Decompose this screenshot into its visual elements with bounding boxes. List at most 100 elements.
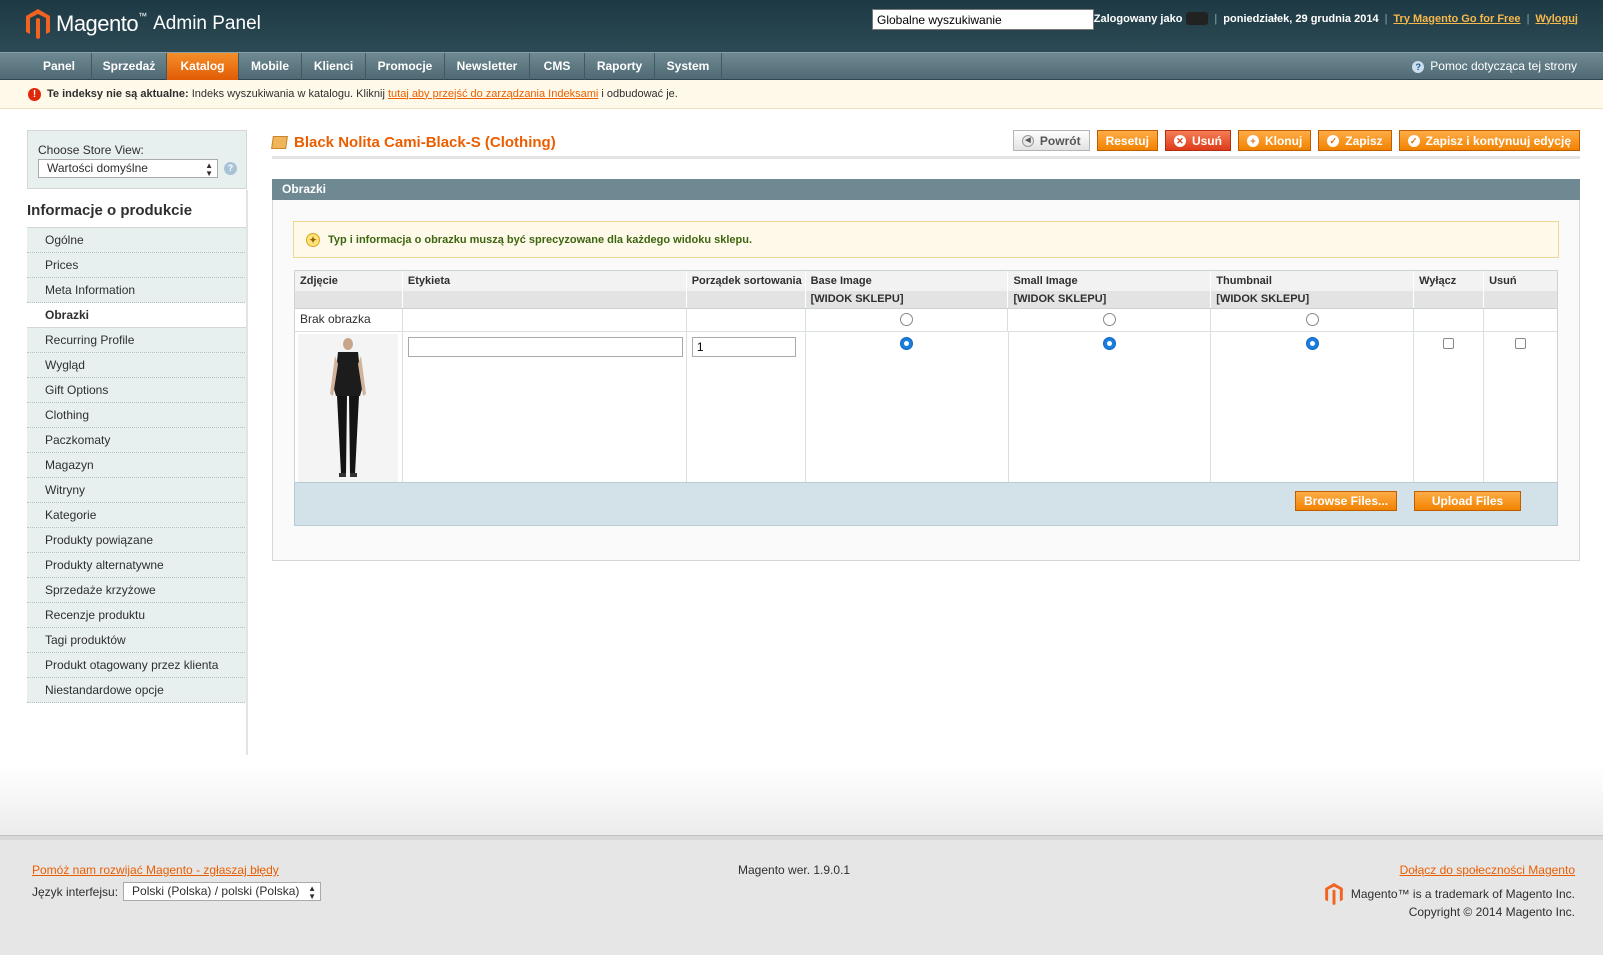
nav-item-sales[interactable]: Sprzedaż bbox=[92, 53, 167, 80]
store-help-icon[interactable]: ? bbox=[224, 162, 237, 175]
no-image-thumbnail-radio[interactable] bbox=[1305, 313, 1319, 326]
tab-customer-tagged[interactable]: Produkt otagowany przez klienta bbox=[27, 653, 247, 678]
nav-item-customers[interactable]: Klienci bbox=[302, 53, 366, 80]
back-button[interactable]: ◀ Powrót bbox=[1012, 130, 1090, 151]
tab-inventory[interactable]: Magazyn bbox=[27, 453, 247, 478]
nav-item-promotions[interactable]: Promocje bbox=[366, 53, 445, 80]
reset-button-label: Resetuj bbox=[1105, 133, 1149, 148]
tab-meta-information[interactable]: Meta Information bbox=[27, 278, 247, 303]
header-links: Zalogowany jako | poniedziałek, 29 grudn… bbox=[1093, 12, 1578, 25]
tab-categories[interactable]: Kategorie bbox=[27, 503, 247, 528]
username-redacted bbox=[1186, 12, 1209, 25]
title-divider bbox=[272, 156, 1580, 159]
tab-cross-sells[interactable]: Sprzedaże krzyżowe bbox=[27, 578, 247, 603]
nav-item-panel[interactable]: Panel bbox=[27, 53, 92, 80]
save-check-icon: ✓ bbox=[1327, 134, 1340, 147]
tab-related-products[interactable]: Produkty powiązane bbox=[27, 528, 247, 553]
tab-images[interactable]: Obrazki bbox=[27, 303, 247, 328]
back-arrow-icon: ◀ bbox=[1021, 134, 1034, 147]
image-label-input[interactable] bbox=[407, 337, 683, 357]
tab-product-reviews[interactable]: Recenzje produktu bbox=[27, 603, 247, 628]
product-tabs: Ogólne Prices Meta Information Obrazki R… bbox=[27, 227, 247, 703]
try-magento-go-link[interactable]: Try Magento Go for Free bbox=[1393, 13, 1520, 25]
tab-general[interactable]: Ogólne bbox=[27, 228, 247, 253]
page-help-label: Pomoc dotycząca tej strony bbox=[1430, 59, 1577, 73]
sidebar-title: Informacje o produkcie bbox=[27, 202, 193, 219]
store-view-label: Choose Store View: bbox=[38, 143, 144, 157]
report-bugs-link[interactable]: Pomóż nam rozwijać Magento - zgłaszaj bł… bbox=[32, 863, 279, 877]
tab-clothing[interactable]: Clothing bbox=[27, 403, 247, 428]
global-search-input[interactable] bbox=[872, 9, 1094, 30]
tab-design[interactable]: Wygląd bbox=[27, 353, 247, 378]
logout-link[interactable]: Wyloguj bbox=[1535, 13, 1578, 25]
col-thumbnail: Thumbnail bbox=[1211, 271, 1415, 291]
page-help-link[interactable]: ? Pomoc dotycząca tej strony bbox=[1412, 53, 1577, 80]
grid-header: Zdjęcie Etykieta Porządek sortowania Bas… bbox=[295, 271, 1557, 291]
index-management-link[interactable]: tutaj aby przejść do zarządzania Indeksa… bbox=[388, 80, 598, 109]
sidebar-divider bbox=[246, 190, 248, 755]
images-section-header: Obrazki bbox=[272, 179, 1580, 200]
magento-logo[interactable]: Magento ™ Admin Panel bbox=[26, 9, 261, 39]
save-button-label: Zapisz bbox=[1345, 133, 1383, 148]
store-view-select[interactable]: Wartości domyślne ▲ ▼ bbox=[38, 159, 218, 178]
brand-name: Magento bbox=[56, 11, 139, 36]
save-continue-check-icon: ✓ bbox=[1407, 134, 1420, 147]
col-sort-order: Porządek sortowania bbox=[687, 271, 806, 291]
product-image-thumbnail[interactable] bbox=[298, 334, 398, 484]
store-view-value: Wartości domyślne bbox=[47, 161, 148, 175]
page-title: Black Nolita Cami-Black-S (Clothing) bbox=[271, 134, 556, 151]
tab-custom-options[interactable]: Niestandardowe opcje bbox=[27, 678, 247, 703]
images-grid: Zdjęcie Etykieta Porządek sortowania Bas… bbox=[294, 270, 1558, 490]
image-thumbnail-radio[interactable] bbox=[1305, 337, 1319, 350]
image-remove-checkbox[interactable] bbox=[1515, 338, 1527, 349]
tab-gift-options[interactable]: Gift Options bbox=[27, 378, 247, 403]
clone-plus-icon: + bbox=[1246, 134, 1259, 147]
notice-after: i odbudować je. bbox=[601, 87, 678, 100]
error-icon: ! bbox=[28, 87, 41, 101]
language-value: Polski (Polska) / polski (Polska) bbox=[132, 884, 300, 898]
community-link[interactable]: Dołącz do społeczności Magento bbox=[1400, 863, 1575, 877]
upload-files-button[interactable]: Upload Files bbox=[1414, 491, 1521, 511]
lightbulb-icon: ✦ bbox=[306, 232, 320, 247]
tab-upsells[interactable]: Produkty alternatywne bbox=[27, 553, 247, 578]
tab-paczkomaty[interactable]: Paczkomaty bbox=[27, 428, 247, 453]
select-arrows-icon: ▲ ▼ bbox=[205, 161, 213, 178]
col-small-image: Small Image bbox=[1008, 271, 1212, 291]
language-select[interactable]: Polski (Polska) / polski (Polska) ▲ ▼ bbox=[123, 882, 322, 901]
delete-x-icon: ✕ bbox=[1173, 134, 1186, 147]
back-button-label: Powrót bbox=[1039, 133, 1081, 148]
tab-product-tags[interactable]: Tagi produktów bbox=[27, 628, 247, 653]
tab-prices[interactable]: Prices bbox=[27, 253, 247, 278]
image-exclude-checkbox[interactable] bbox=[1443, 338, 1455, 349]
help-icon: ? bbox=[1412, 60, 1425, 73]
copyright: Copyright © 2014 Magento Inc. bbox=[1408, 905, 1575, 919]
save-continue-button-label: Zapisz i kontynuuj edycję bbox=[1425, 133, 1571, 148]
save-continue-button[interactable]: ✓ Zapisz i kontynuuj edycję bbox=[1398, 130, 1580, 151]
tab-websites[interactable]: Witryny bbox=[27, 478, 247, 503]
image-small-radio[interactable] bbox=[1102, 337, 1116, 350]
nav-item-mobile[interactable]: Mobile bbox=[239, 53, 302, 80]
clone-button[interactable]: + Klonuj bbox=[1237, 130, 1312, 151]
image-base-radio[interactable] bbox=[900, 337, 914, 350]
nav-item-cms[interactable]: CMS bbox=[530, 53, 585, 80]
no-image-base-radio[interactable] bbox=[900, 313, 914, 326]
browse-files-button[interactable]: Browse Files... bbox=[1295, 491, 1398, 511]
col-base-image: Base Image bbox=[806, 271, 1009, 291]
tab-recurring-profile[interactable]: Recurring Profile bbox=[27, 328, 247, 353]
image-sort-order-input[interactable] bbox=[691, 337, 796, 357]
store-view-switcher: Choose Store View: Wartości domyślne ▲ ▼ … bbox=[27, 130, 247, 189]
nav-item-newsletter[interactable]: Newsletter bbox=[445, 53, 530, 80]
reset-button[interactable]: Resetuj bbox=[1096, 130, 1158, 151]
nav-item-reports[interactable]: Raporty bbox=[585, 53, 655, 80]
no-image-small-radio[interactable] bbox=[1102, 313, 1116, 326]
nav-item-system[interactable]: System bbox=[655, 53, 722, 80]
select-arrows-icon: ▲ ▼ bbox=[308, 884, 317, 901]
images-section-body: ✦ Typ i informacja o obrazku muszą być s… bbox=[272, 200, 1580, 561]
nav-item-catalog[interactable]: Katalog bbox=[167, 53, 239, 80]
grid-scope-header: [WIDOK SKLEPU] [WIDOK SKLEPU] [WIDOK SKL… bbox=[295, 291, 1557, 309]
magento-version: Magento wer. 1.9.0.1 bbox=[738, 863, 851, 877]
delete-button[interactable]: ✕ Usuń bbox=[1164, 130, 1231, 151]
image-tip-text: Typ i informacja o obrazku muszą być spr… bbox=[328, 233, 753, 246]
save-button[interactable]: ✓ Zapisz bbox=[1318, 130, 1392, 151]
magento-logo-icon bbox=[26, 9, 50, 39]
